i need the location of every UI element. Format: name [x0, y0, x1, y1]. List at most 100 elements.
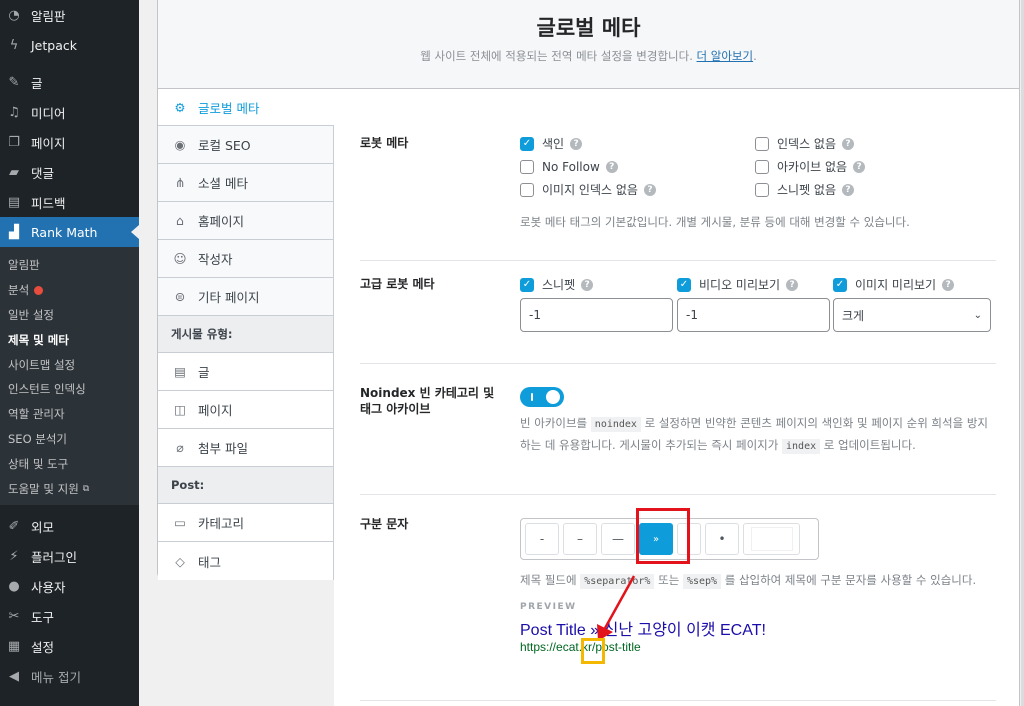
help-icon[interactable]: ? — [842, 137, 855, 150]
menu-tools[interactable]: ✂ 도구 — [0, 602, 139, 632]
menu-feedback[interactable]: ▤ 피드백 — [0, 187, 139, 217]
pages-icon: ❐ — [8, 134, 20, 150]
max-snippet-input[interactable]: -1 — [520, 298, 673, 332]
menu-collapse[interactable]: ◀ 메뉴 접기 — [0, 662, 139, 692]
noindex-empty-row: Noindex 빈 카테고리 및 태그 아카이브 빈 아카이브를 noindex… — [360, 385, 996, 495]
submenu-sitemap[interactable]: 사이트맵 설정 — [0, 352, 139, 377]
tab-posts[interactable]: ▤ 글 — [158, 353, 334, 391]
submenu-help[interactable]: 도움말 및 지원 ⧉ — [0, 476, 139, 501]
submenu-status-tools[interactable]: 상태 및 도구 — [0, 451, 139, 476]
check-icon: ✓ — [520, 277, 534, 292]
menu-appearance[interactable]: ✐ 외모 — [0, 512, 139, 542]
submenu-titles-meta[interactable]: 제목 및 메타 — [0, 327, 139, 352]
help-icon[interactable]: ? — [570, 137, 583, 150]
checkbox-nofollow[interactable]: No Follow? — [520, 155, 750, 178]
users-icon: ☺ — [173, 251, 187, 266]
home-icon: ⌂ — [176, 213, 184, 228]
menu-dashboard[interactable]: ◔ 알림판 — [0, 0, 139, 30]
document-icon: ▤ — [174, 364, 186, 379]
settings-content: 로봇 메타 ✓ 색인? No Follow? 이미지 인덱스 없음? 인덱스 없음… — [334, 89, 1020, 706]
tab-local-seo[interactable]: ◉ 로컬 SEO — [158, 126, 334, 164]
menu-jetpack[interactable]: ϟ Jetpack — [0, 30, 139, 60]
submenu-general-settings[interactable]: 일반 설정 — [0, 303, 139, 328]
separator-option[interactable]: – — [563, 523, 597, 555]
annotation-preview-box — [581, 638, 605, 664]
separator-custom-input[interactable] — [743, 523, 800, 555]
max-video-preview-input[interactable]: -1 — [677, 298, 830, 332]
tab-misc-pages[interactable]: ⊜ 기타 페이지 — [158, 278, 334, 316]
post-heading: Post: — [158, 467, 334, 504]
menu-posts[interactable]: ✎ 글 — [0, 67, 139, 97]
submenu-seo-analyzer[interactable]: SEO 분석기 — [0, 427, 139, 452]
noindex-empty-description: 빈 아카이브를 noindex 로 설정하면 빈약한 콘텐츠 페이지의 색인화 … — [520, 416, 988, 454]
noindex-empty-label: Noindex 빈 카테고리 및 태그 아카이브 — [360, 386, 495, 416]
check-icon: ✓ — [833, 277, 847, 292]
tab-attachments[interactable]: ⌀ 첨부 파일 — [158, 429, 334, 467]
page-header: 글로벌 메타 웹 사이트 전체에 적용되는 전역 메타 설정을 변경합니다. 더… — [157, 0, 1020, 89]
page-icon: ◫ — [174, 402, 186, 417]
submenu-analytics[interactable]: 분석 — [0, 278, 139, 303]
checkbox-nosnippet[interactable]: 스니펫 없음? — [755, 178, 985, 201]
help-icon[interactable]: ? — [853, 160, 866, 173]
check-icon: ✓ — [677, 277, 691, 292]
advanced-robots-label: 고급 로봇 메타 — [360, 277, 435, 291]
menu-plugins[interactable]: ⚡ 플러그인 — [0, 542, 139, 572]
wp-admin-sidebar: ◔ 알림판 ϟ Jetpack ✎ 글 ♫ 미디어 ❐ 페이지 ▰ 댓글 ▤ 피드백 ▟ Ran… — [0, 0, 139, 706]
separator-option[interactable]: • — [705, 523, 739, 555]
robots-meta-description: 로봇 메타 태그의 기본값입니다. 개별 게시물, 분류 등에 대해 변경할 수… — [520, 215, 910, 229]
help-icon[interactable]: ? — [842, 183, 855, 196]
media-icon: ♫ — [8, 104, 20, 120]
learn-more-link[interactable]: 더 알아보기 — [697, 49, 754, 63]
checkbox-max-snippet[interactable]: ✓ 스니펫? — [520, 273, 673, 296]
tab-pages[interactable]: ◫ 페이지 — [158, 391, 334, 429]
wrench-icon: ✂ — [8, 609, 20, 625]
checkbox-noimageindex[interactable]: 이미지 인덱스 없음? — [520, 178, 750, 201]
help-icon[interactable]: ? — [581, 278, 594, 291]
menu-comments[interactable]: ▰ 댓글 — [0, 157, 139, 187]
help-icon[interactable]: ? — [643, 183, 656, 196]
tab-categories[interactable]: ▭ 카테고리 — [158, 504, 334, 542]
tab-homepage[interactable]: ⌂ 홈페이지 — [158, 202, 334, 240]
menu-media[interactable]: ♫ 미디어 — [0, 97, 139, 127]
tab-authors[interactable]: ☺ 작성자 — [158, 240, 334, 278]
submenu-dashboard[interactable]: 알림판 — [0, 253, 139, 278]
help-icon[interactable]: ? — [605, 160, 618, 173]
brush-icon: ✐ — [8, 519, 20, 535]
submenu-role-manager[interactable]: 역할 관리자 — [0, 402, 139, 427]
noindex-empty-toggle[interactable] — [520, 387, 564, 407]
settings-icon: ▦ — [7, 639, 21, 655]
checkbox-index[interactable]: ✓ 색인? — [520, 132, 750, 155]
checkbox-max-image-preview[interactable]: ✓ 이미지 미리보기? — [833, 273, 991, 296]
preview-title: Post Title » 신난 고양이 이캣 ECAT! — [520, 622, 766, 639]
menu-rank-math[interactable]: ▟ Rank Math — [0, 217, 139, 247]
chevron-down-icon: ⌄ — [973, 309, 982, 321]
checkbox-noindex[interactable]: 인덱스 없음? — [755, 132, 985, 155]
max-image-preview-select[interactable]: 크게 ⌄ — [833, 298, 991, 332]
separator-description: 제목 필드에 %separator% 또는 %sep% 를 삽입하여 제목에 구… — [520, 573, 977, 589]
checkbox-max-video-preview[interactable]: ✓ 비디오 미리보기? — [677, 273, 830, 296]
annotation-highlight-box — [636, 508, 690, 564]
checkbox-noarchive[interactable]: 아카이브 없음? — [755, 155, 985, 178]
help-icon[interactable]: ? — [786, 278, 799, 291]
submenu-instant-indexing[interactable]: 인스턴트 인덱싱 — [0, 377, 139, 402]
separator-option[interactable]: - — [525, 523, 559, 555]
jetpack-icon: ϟ — [9, 37, 19, 53]
robots-meta-row: 로봇 메타 ✓ 색인? No Follow? 이미지 인덱스 없음? 인덱스 없음… — [360, 135, 996, 261]
page-subtitle: 웹 사이트 전체에 적용되는 전역 메타 설정을 변경합니다. 더 알아보기. — [420, 49, 757, 63]
paperclip-icon: ⌀ — [176, 440, 184, 455]
tab-tags[interactable]: ◇ 태그 — [158, 542, 334, 580]
tab-social-meta[interactable]: ⋔ 소셜 메타 — [158, 164, 334, 202]
menu-pages[interactable]: ❐ 페이지 — [0, 127, 139, 157]
tab-global-meta[interactable]: ⚙ 글로벌 메타 — [158, 89, 334, 126]
rank-math-submenu: 알림판 분석 일반 설정 제목 및 메타 사이트맵 설정 인스턴트 인덱싱 역할… — [0, 247, 139, 505]
rank-math-icon: ▟ — [9, 224, 19, 240]
feedback-icon: ▤ — [7, 194, 21, 210]
separator-option[interactable]: — — [601, 523, 635, 555]
location-pin-icon: ◉ — [174, 137, 186, 152]
user-icon: ● — [8, 579, 20, 595]
help-icon[interactable]: ? — [942, 278, 955, 291]
menu-settings[interactable]: ▦ 설정 — [0, 632, 139, 662]
plugin-icon: ⚡ — [9, 549, 19, 565]
check-icon: ✓ — [520, 136, 534, 151]
menu-users[interactable]: ● 사용자 — [0, 572, 139, 602]
